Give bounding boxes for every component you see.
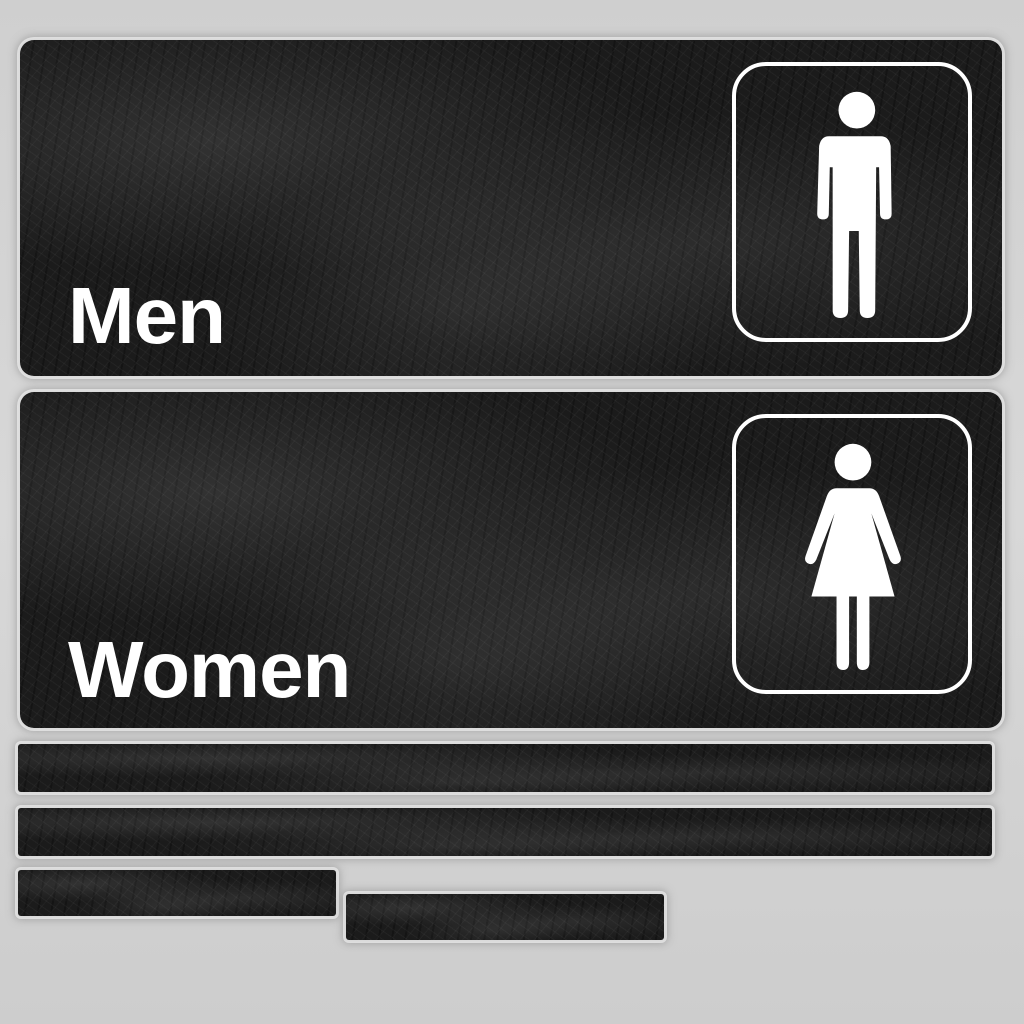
texture-strip (18, 808, 992, 856)
texture-strip (18, 744, 992, 792)
texture-strip (18, 870, 336, 916)
texture-sheet: Men Women (0, 0, 1024, 1024)
texture-strip (346, 894, 664, 940)
women-sign-label: Women (68, 625, 351, 714)
women-sign: Women (20, 392, 1002, 728)
male-figure-icon (817, 91, 892, 318)
men-sign-label: Men (68, 271, 226, 360)
men-icon-frame (732, 62, 972, 342)
female-figure-icon (805, 443, 901, 670)
men-sign: Men (20, 40, 1002, 376)
women-icon-frame (732, 414, 972, 694)
